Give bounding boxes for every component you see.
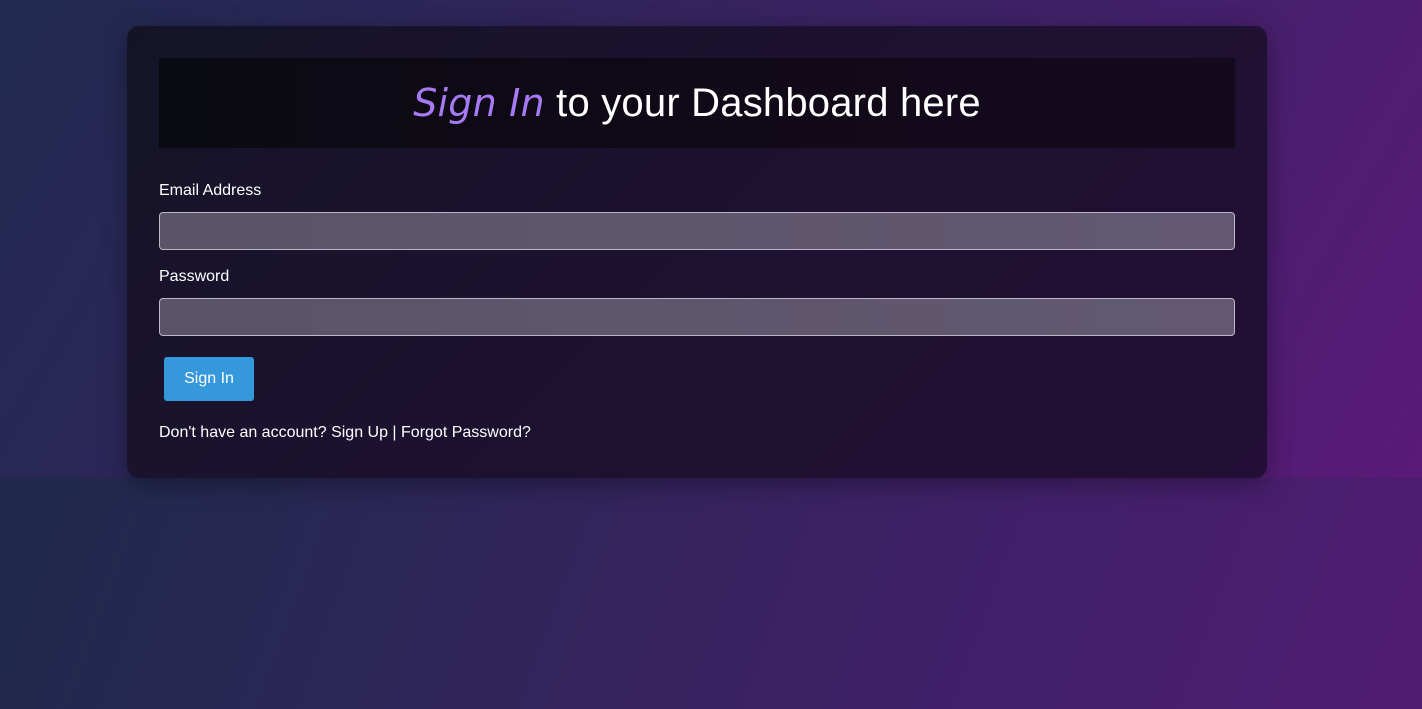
password-field[interactable] bbox=[159, 298, 1235, 336]
sign-in-button[interactable]: Sign In bbox=[164, 357, 254, 401]
password-label: Password bbox=[159, 268, 230, 285]
link-separator: | bbox=[387, 424, 402, 441]
email-label: Email Address bbox=[159, 182, 262, 199]
title-accent: Sign In bbox=[413, 80, 545, 125]
sign-up-link[interactable]: Sign Up bbox=[331, 424, 388, 441]
background-bottom bbox=[0, 478, 1422, 709]
title-rest: to your Dashboard here bbox=[544, 80, 981, 125]
forgot-password-link[interactable]: Forgot Password? bbox=[401, 424, 531, 441]
email-field[interactable] bbox=[159, 212, 1235, 250]
page-title: Sign In to your Dashboard here bbox=[413, 81, 981, 126]
login-card: Sign In to your Dashboard here Email Add… bbox=[127, 26, 1267, 478]
header-banner: Sign In to your Dashboard here bbox=[159, 58, 1235, 148]
footer-links: Don't have an account? Sign Up | Forgot … bbox=[159, 424, 531, 442]
signup-prompt: Don't have an account? bbox=[159, 424, 332, 441]
